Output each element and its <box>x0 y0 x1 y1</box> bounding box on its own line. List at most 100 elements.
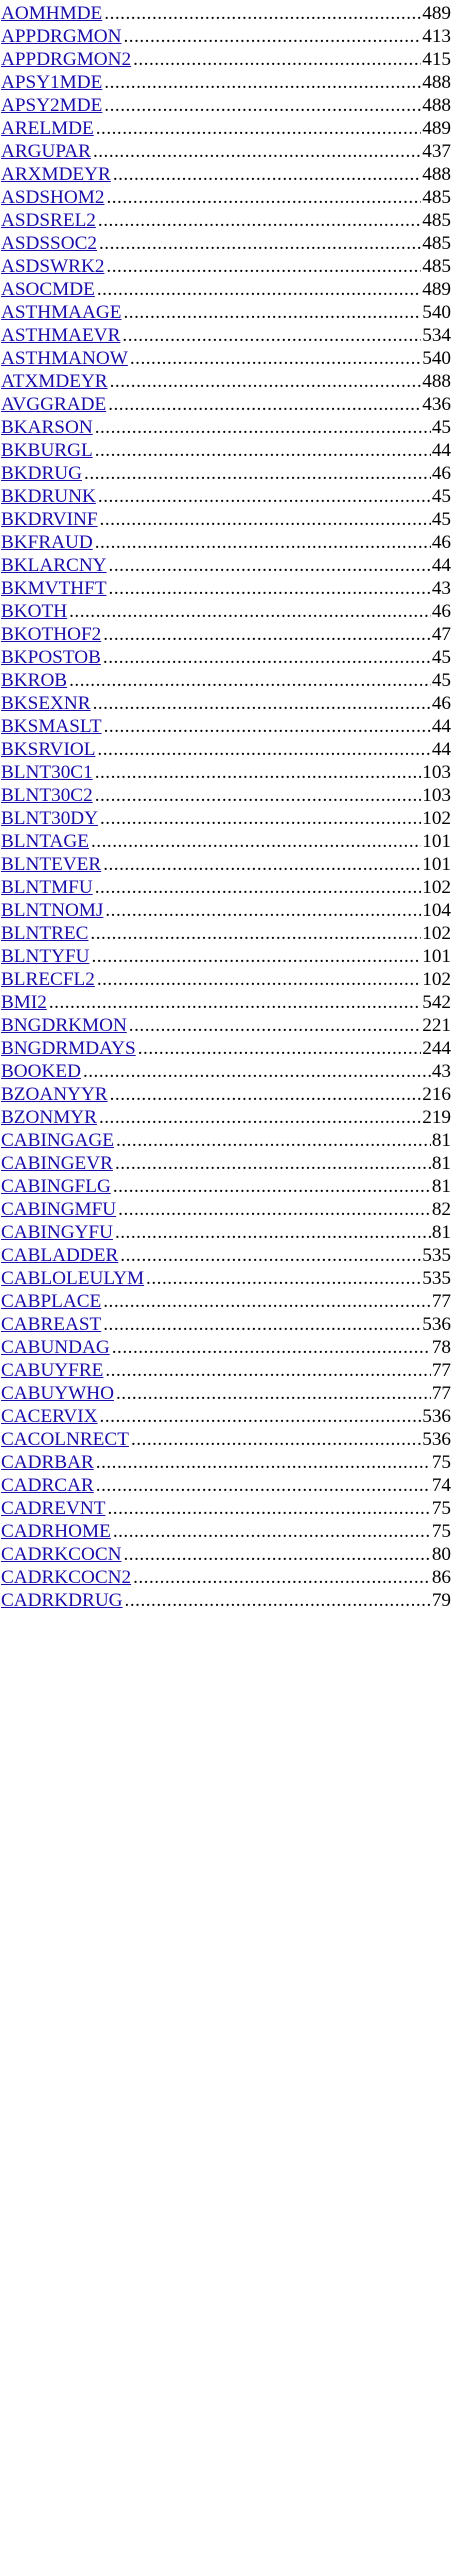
index-term-link[interactable]: APPDRGMON <box>1 25 121 48</box>
index-term-link[interactable]: AVGGRADE <box>1 393 106 416</box>
index-term-link[interactable]: CABREAST <box>1 1313 101 1336</box>
index-term-link[interactable]: CABUNDAG <box>1 1336 110 1359</box>
index-term-link[interactable]: BKDRVINF <box>1 508 98 531</box>
index-term-link[interactable]: ARELMDE <box>1 117 94 140</box>
index-term-link[interactable]: CABUYWHO <box>1 1382 114 1405</box>
dot-leader <box>130 347 421 370</box>
index-term-link[interactable]: BLRECFL2 <box>1 968 95 991</box>
index-term-link[interactable]: ASOCMDE <box>1 278 95 301</box>
index-term-link[interactable]: APSY1MDE <box>1 71 102 94</box>
index-term-link[interactable]: BMI2 <box>1 991 47 1014</box>
dot-leader <box>106 255 421 278</box>
index-page-number: 536 <box>422 1314 451 1335</box>
index-term-link[interactable]: BKROB <box>1 669 67 692</box>
index-entry: BKMVTHFT 43 <box>1 577 451 600</box>
dot-leader <box>83 1060 431 1083</box>
index-term-link[interactable]: APSY2MDE <box>1 94 102 117</box>
index-term-link[interactable]: BNGDRKMON <box>1 1014 127 1037</box>
index-term-link[interactable]: ARXMDEYR <box>1 163 111 186</box>
index-term-link[interactable]: BLNTEVER <box>1 853 101 876</box>
index-term-link[interactable]: CADRCAR <box>1 1474 94 1497</box>
index-term-link[interactable]: BLNT30C1 <box>1 761 93 784</box>
index-entry: BNGDRMDAYS 244 <box>1 1037 451 1060</box>
index-term-link[interactable]: BKARSON <box>1 416 93 439</box>
index-entry: AOMHMDE 489 <box>1 2 451 25</box>
index-term-link[interactable]: CABLOLEULYM <box>1 1267 144 1290</box>
index-term-link[interactable]: BKFRAUD <box>1 531 93 554</box>
index-term-link[interactable]: BKOTHOF2 <box>1 623 101 646</box>
index-entry: CABUYFRE 77 <box>1 1359 451 1382</box>
index-term-link[interactable]: BKDRUNK <box>1 485 96 508</box>
index-page-number: 489 <box>422 279 451 300</box>
index-term-link[interactable]: CABINGAGE <box>1 1129 114 1152</box>
index-term-link[interactable]: CADRKCOCN <box>1 1543 121 1566</box>
index-term-link[interactable]: ASDSWRK2 <box>1 255 104 278</box>
dot-leader <box>106 186 421 209</box>
dot-leader <box>108 393 421 416</box>
index-term-link[interactable]: BKSRVIOL <box>1 738 95 761</box>
index-term-link[interactable]: BKMVTHFT <box>1 577 107 600</box>
index-term-link[interactable]: BLNTMFU <box>1 876 93 899</box>
index-page-number: 45 <box>431 486 451 507</box>
index-term-link[interactable]: CADRBAR <box>1 1451 94 1474</box>
index-term-link[interactable]: BKPOSTOB <box>1 646 101 669</box>
index-entry: CADRKDRUG 79 <box>1 1589 451 1612</box>
index-entry: BKSRVIOL 44 <box>1 738 451 761</box>
index-term-link[interactable]: ASDSSOC2 <box>1 232 97 255</box>
dot-leader <box>90 922 421 945</box>
index-term-link[interactable]: CABINGYFU <box>1 1221 113 1244</box>
index-term-link[interactable]: BLNT30C2 <box>1 784 93 807</box>
dot-leader <box>123 301 421 324</box>
index-term-link[interactable]: ASTHMAAGE <box>1 301 121 324</box>
index-page-number: 221 <box>422 1015 451 1036</box>
index-term-link[interactable]: BZONMYR <box>1 1106 97 1129</box>
index-page-number: 488 <box>422 72 451 93</box>
index-term-link[interactable]: BLNT30DY <box>1 807 98 830</box>
index-entry: CACOLNRECT 536 <box>1 1428 451 1451</box>
index-term-link[interactable]: CABINGEVR <box>1 1152 113 1175</box>
index-term-link[interactable]: ARGUPAR <box>1 140 91 163</box>
index-term-link[interactable]: CACERVIX <box>1 1405 98 1428</box>
index-entry: CABLOLEULYM 535 <box>1 1267 451 1290</box>
index-term-link[interactable]: BLNTREC <box>1 922 88 945</box>
index-term-link[interactable]: BKSMASLT <box>1 715 102 738</box>
index-term-link[interactable]: ATXMDEYR <box>1 370 108 393</box>
index-page-number: 46 <box>431 463 451 484</box>
index-entry: BKDRUNK 45 <box>1 485 451 508</box>
index-term-link[interactable]: BKSEXNR <box>1 692 91 715</box>
index-page-number: 77 <box>431 1291 451 1312</box>
index-term-link[interactable]: ASDSHOM2 <box>1 186 104 209</box>
index-entry: BLNTYFU 101 <box>1 945 451 968</box>
dot-leader <box>118 1198 431 1221</box>
index-term-link[interactable]: BLNTYFU <box>1 945 89 968</box>
index-term-link[interactable]: CACOLNRECT <box>1 1428 129 1451</box>
index-term-link[interactable]: CABINGFLG <box>1 1175 111 1198</box>
index-entry: CADRKCOCN2 86 <box>1 1566 451 1589</box>
index-term-link[interactable]: BLNTAGE <box>1 830 89 853</box>
dot-leader <box>99 1106 421 1129</box>
index-term-link[interactable]: CADRHOME <box>1 1520 111 1543</box>
dot-leader <box>96 117 421 140</box>
index-term-link[interactable]: CADRKCOCN2 <box>1 1566 131 1589</box>
index-term-link[interactable]: ASDSREL2 <box>1 209 96 232</box>
index-term-link[interactable]: ASTHMAEVR <box>1 324 120 347</box>
index-term-link[interactable]: AOMHMDE <box>1 2 102 25</box>
index-term-link[interactable]: BOOKED <box>1 1060 81 1083</box>
index-term-link[interactable]: BNGDRMDAYS <box>1 1037 136 1060</box>
index-term-link[interactable]: BKLARCNY <box>1 554 107 577</box>
index-term-link[interactable]: CABPLACE <box>1 1290 101 1313</box>
index-term-link[interactable]: BKOTH <box>1 600 67 623</box>
index-term-link[interactable]: CABINGMFU <box>1 1198 116 1221</box>
index-term-link[interactable]: BZOANYYR <box>1 1083 108 1106</box>
index-term-link[interactable]: BLNTNOMJ <box>1 899 103 922</box>
index-term-link[interactable]: CABLADDER <box>1 1244 118 1267</box>
index-term-link[interactable]: ASTHMANOW <box>1 347 128 370</box>
index-term-link[interactable]: BKBURGL <box>1 439 93 462</box>
index-term-link[interactable]: CADREVNT <box>1 1497 105 1520</box>
index-page-number: 535 <box>422 1245 451 1266</box>
index-term-link[interactable]: BKDRUG <box>1 462 82 485</box>
index-page-number: 79 <box>431 1590 451 1611</box>
index-term-link[interactable]: APPDRGMON2 <box>1 48 131 71</box>
index-term-link[interactable]: CADRKDRUG <box>1 1589 123 1612</box>
index-term-link[interactable]: CABUYFRE <box>1 1359 103 1382</box>
